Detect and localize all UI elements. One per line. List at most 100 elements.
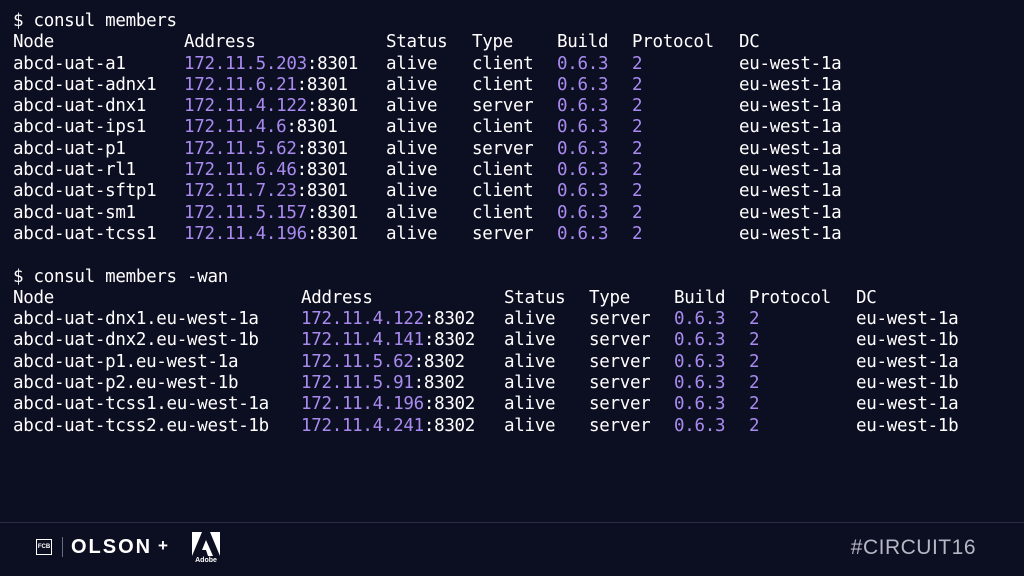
protocol-cell-protocol: 2 [749, 351, 760, 372]
protocol-cell-protocol: 2 [632, 117, 643, 138]
node-cell: abcd-uat-dnx1.eu-west-1a [13, 309, 301, 330]
table-header: Node Address Status Type Build Protocol DC [13, 288, 1013, 309]
table-row: abcd-uat-dnx1 172.11.4.122:8301 alive serve… [13, 96, 1013, 117]
status-cell: alive [386, 139, 472, 160]
type-cell: server [472, 96, 557, 117]
header-status: Status [504, 287, 566, 308]
build-cell-build: 0.6.3 [557, 96, 609, 117]
node-cell-node: abcd-uat-rl1 [13, 160, 136, 181]
type-cell: server [589, 330, 674, 351]
protocol-cell: 2 [749, 330, 856, 351]
dc-cell-dc: eu-west-1a [739, 96, 842, 117]
node-cell: abcd-uat-p2.eu-west-1b [13, 373, 301, 394]
command-line-2: $ consul members -wan [13, 266, 228, 287]
node-cell-node: abcd-uat-tcss1.eu-west-1a [13, 394, 269, 415]
type-cell-type: client [472, 74, 534, 95]
address-cell-ip: 172.11.5.62 [301, 351, 414, 372]
address-cell: 172.11.4.241:8302 [301, 416, 504, 437]
table-row: abcd-uat-p1 172.11.5.62:8301 alive server 0.… [13, 139, 1013, 160]
adobe-logo-icon [192, 532, 220, 556]
build-cell: 0.6.3 [557, 224, 632, 245]
type-cell: server [589, 416, 674, 437]
node-cell: abcd-uat-sm1 [13, 203, 184, 224]
status-cell-status: alive [386, 202, 438, 223]
address-cell-ip: 172.11.5.91 [301, 373, 414, 394]
status-cell: alive [504, 394, 589, 415]
type-cell: server [589, 352, 674, 373]
protocol-cell-protocol: 2 [632, 53, 643, 74]
status-cell-status: alive [504, 330, 556, 351]
type-cell: server [589, 394, 674, 415]
protocol-cell: 2 [749, 394, 856, 415]
protocol-cell: 2 [632, 117, 739, 138]
protocol-cell-protocol: 2 [632, 160, 643, 181]
protocol-cell: 2 [632, 54, 739, 75]
address-cell-ip: 172.11.4.196 [301, 394, 424, 415]
node-cell: abcd-uat-dnx2.eu-west-1b [13, 330, 301, 351]
status-cell-status: alive [386, 96, 438, 117]
build-cell-build: 0.6.3 [557, 160, 609, 181]
protocol-cell: 2 [749, 309, 856, 330]
address-cell: 172.11.5.62:8301 [184, 139, 386, 160]
status-cell-status: alive [386, 138, 438, 159]
node-cell-node: abcd-uat-dnx2.eu-west-1b [13, 330, 259, 351]
protocol-cell: 2 [749, 373, 856, 394]
address-cell-ip: 172.11.6.21 [184, 74, 297, 95]
build-cell-build: 0.6.3 [557, 202, 609, 223]
protocol-cell: 2 [632, 160, 739, 181]
protocol-cell: 2 [632, 203, 739, 224]
status-cell: alive [386, 96, 472, 117]
type-cell: client [472, 160, 557, 181]
address-cell-ip: 172.11.4.241 [301, 415, 424, 436]
address-cell-port: :8301 [286, 117, 338, 138]
node-cell: abcd-uat-a1 [13, 54, 184, 75]
node-cell-node: abcd-uat-adnx1 [13, 74, 157, 95]
build-cell: 0.6.3 [674, 352, 749, 373]
build-cell-build: 0.6.3 [557, 74, 609, 95]
dc-cell-dc: eu-west-1b [856, 415, 959, 436]
header-dc: DC [739, 32, 760, 53]
header-build: Build [674, 287, 726, 308]
address-cell-port: :8302 [423, 415, 476, 436]
protocol-cell-protocol: 2 [749, 330, 760, 351]
members-table-rows: abcd-uat-a1 172.11.5.203:8301 alive client 0… [13, 54, 1013, 246]
type-cell: server [589, 373, 674, 394]
build-cell: 0.6.3 [557, 160, 632, 181]
address-cell: 172.11.4.141:8302 [301, 330, 504, 351]
node-cell-node: abcd-uat-p1 [13, 138, 126, 159]
node-cell-node: abcd-uat-tcss1 [13, 223, 157, 244]
dc-cell: eu-west-1a [739, 75, 859, 96]
protocol-cell-protocol: 2 [749, 373, 760, 394]
dc-cell-dc: eu-west-1b [856, 330, 959, 351]
status-cell-status: alive [386, 181, 438, 202]
olson-logo: OLSON [71, 536, 153, 558]
dc-cell: eu-west-1a [739, 224, 859, 245]
header-type: Type [589, 287, 630, 308]
dc-cell: eu-west-1a [739, 139, 859, 160]
type-cell: server [472, 139, 557, 160]
dc-cell-dc: eu-west-1a [739, 117, 842, 138]
address-cell-ip: 172.11.6.46 [184, 160, 297, 181]
adobe-wordmark: Adobe [195, 557, 217, 564]
type-cell: client [472, 203, 557, 224]
build-cell-build: 0.6.3 [674, 373, 726, 394]
protocol-cell-protocol: 2 [632, 181, 643, 202]
address-cell-port: :8301 [306, 202, 359, 223]
node-cell-node: abcd-uat-a1 [13, 53, 126, 74]
status-cell: alive [386, 224, 472, 245]
status-cell: alive [504, 352, 589, 373]
build-cell-build: 0.6.3 [557, 53, 609, 74]
status-cell-status: alive [504, 415, 556, 436]
build-cell: 0.6.3 [557, 54, 632, 75]
build-cell: 0.6.3 [557, 139, 632, 160]
event-hashtag: #CIRCUIT16 [850, 536, 976, 559]
dc-cell: eu-west-1b [856, 416, 976, 437]
node-cell-node: abcd-uat-p2.eu-west-1b [13, 373, 239, 394]
status-cell: alive [386, 75, 472, 96]
header-node: Node [13, 32, 54, 53]
address-cell-port: :8301 [296, 160, 348, 181]
type-cell-type: client [472, 160, 534, 181]
dc-cell: eu-west-1a [856, 352, 976, 373]
build-cell: 0.6.3 [557, 96, 632, 117]
status-cell-status: alive [386, 74, 438, 95]
